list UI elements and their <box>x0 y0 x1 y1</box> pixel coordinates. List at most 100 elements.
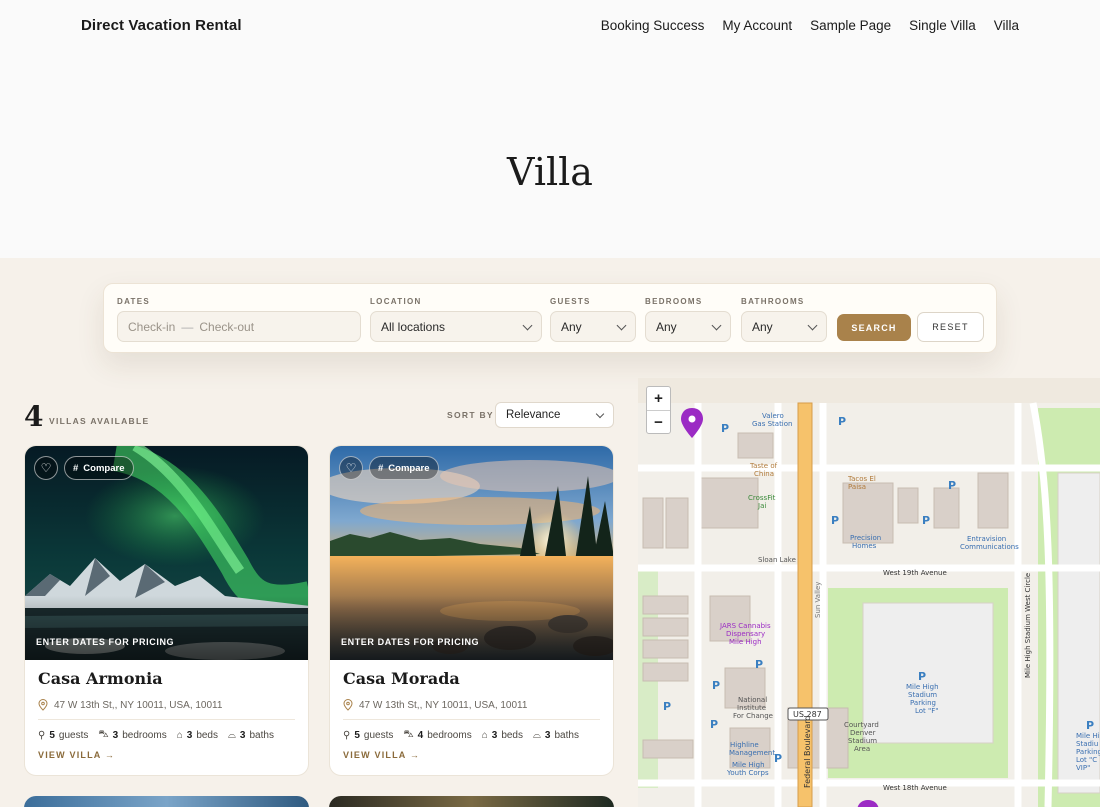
arrow-right-icon: → <box>409 750 421 760</box>
compare-button[interactable]: # Compare <box>64 456 135 480</box>
page-title: Villa <box>507 150 593 194</box>
svg-text:P: P <box>918 670 926 683</box>
svg-text:Parking: Parking <box>910 699 936 707</box>
svg-text:Mile High Stadium West Circle: Mile High Stadium West Circle <box>1024 573 1032 678</box>
svg-text:Management: Management <box>729 749 775 757</box>
svg-text:P: P <box>948 479 956 492</box>
svg-text:Federal Boulevard: Federal Boulevard <box>803 715 812 788</box>
villa-photo-lake-sunset[interactable] <box>330 446 613 660</box>
svg-text:China: China <box>754 470 774 478</box>
location-label: LOCATION <box>370 297 422 306</box>
svg-text:Mile High: Mile High <box>906 683 939 691</box>
svg-text:For Change: For Change <box>733 712 773 720</box>
zoom-out-button[interactable]: − <box>647 410 670 433</box>
svg-text:Paisa: Paisa <box>848 483 866 491</box>
sort-label: SORT BY <box>447 410 494 420</box>
sort-select[interactable]: Relevance <box>495 402 614 428</box>
svg-text:Highline: Highline <box>730 741 759 749</box>
svg-text:P: P <box>710 718 718 731</box>
map-zoom-control: + − <box>646 386 671 434</box>
nav-single-villa[interactable]: Single Villa <box>909 18 976 33</box>
svg-text:Dispensary: Dispensary <box>726 630 765 638</box>
svg-text:P: P <box>721 422 729 435</box>
villa-card[interactable]: ♡ # Compare ENTER DATES FOR PRICING Casa… <box>329 445 614 776</box>
site-brand[interactable]: Direct Vacation Rental <box>81 17 242 34</box>
hash-icon: # <box>73 462 79 474</box>
bedrooms-select[interactable]: Any <box>645 311 731 342</box>
svg-text:Stadium: Stadium <box>848 737 877 745</box>
view-villa-link[interactable]: VIEW VILLA → <box>343 750 420 760</box>
person-icon: ⚲ <box>38 730 46 741</box>
svg-text:Gas Station: Gas Station <box>752 420 792 428</box>
nav-sample-page[interactable]: Sample Page <box>810 18 891 33</box>
view-villa-link[interactable]: VIEW VILLA → <box>38 750 115 760</box>
svg-text:Parking: Parking <box>1076 748 1100 756</box>
search-button[interactable]: SEARCH <box>837 314 911 341</box>
villa-photo-aurora[interactable] <box>25 446 308 660</box>
guests-label: GUESTS <box>550 297 591 306</box>
villa-name[interactable]: Casa Armonia <box>38 669 163 688</box>
svg-text:Area: Area <box>854 745 870 753</box>
svg-text:National: National <box>738 696 767 704</box>
svg-text:P: P <box>1086 719 1094 732</box>
svg-text:VIP": VIP" <box>1076 764 1090 772</box>
villa-stats: ⚲ 5 guests ⛍ 3 bedrooms ⌂ 3 beds ⌓ 3 baths <box>38 729 274 742</box>
location-select[interactable]: All locations <box>370 311 542 342</box>
hash-icon: # <box>378 462 384 474</box>
villa-name[interactable]: Casa Morada <box>343 669 460 688</box>
svg-text:Homes: Homes <box>852 542 877 550</box>
bathrooms-select[interactable]: Any <box>741 311 827 342</box>
car-icon: ⛍ <box>98 729 109 740</box>
favorite-heart-icon[interactable]: ♡ <box>34 456 58 480</box>
villa-card[interactable]: ♡ # Compare ENTER DATES FOR PRICING Casa… <box>24 445 309 776</box>
checkin-placeholder: Check-in <box>128 319 176 334</box>
svg-text:Institute: Institute <box>737 704 766 712</box>
bedrooms-stat: ⛍ 3 bedrooms <box>98 729 167 741</box>
svg-text:Mile High: Mile High <box>729 638 762 646</box>
car-icon: ⛍ <box>403 729 414 740</box>
dates-label: DATES <box>117 297 151 306</box>
address-text: 47 W 13th St,, NY 10011, USA, 10011 <box>54 699 223 711</box>
beds-stat: ⌂ 3 beds <box>176 730 218 741</box>
guests-stat: ⚲ 5 guests <box>343 730 394 741</box>
baths-stat: ⌓ 3 baths <box>533 730 579 741</box>
person-icon: ⚲ <box>343 730 351 741</box>
svg-text:Precision: Precision <box>850 534 881 542</box>
svg-text:Taste of: Taste of <box>749 462 778 470</box>
bed-icon: ⌂ <box>481 730 488 741</box>
guests-value: Any <box>561 319 582 334</box>
svg-text:Mile High: Mile High <box>732 761 765 769</box>
reset-button[interactable]: RESET <box>917 312 984 342</box>
nav-villa[interactable]: Villa <box>994 18 1019 33</box>
sort-value: Relevance <box>506 409 561 421</box>
svg-text:Entravision: Entravision <box>967 535 1006 543</box>
svg-text:P: P <box>663 700 671 713</box>
svg-text:Youth Corps: Youth Corps <box>726 769 769 777</box>
favorite-heart-icon[interactable]: ♡ <box>339 456 363 480</box>
dates-separator: — <box>181 319 194 334</box>
nav-booking-success[interactable]: Booking Success <box>601 18 705 33</box>
svg-text:Sun Valley: Sun Valley <box>814 582 822 618</box>
bathrooms-value: Any <box>752 319 773 334</box>
zoom-in-button[interactable]: + <box>647 387 670 410</box>
bath-icon: ⌓ <box>228 730 236 741</box>
svg-text:JARS Cannabis: JARS Cannabis <box>719 622 771 630</box>
villa-card-next[interactable] <box>329 796 614 807</box>
villa-address: 47 W 13th St,, NY 10011, USA, 10011 <box>343 699 527 711</box>
map-panel[interactable]: Valero Gas Station Taste of China CrossF… <box>638 378 1100 807</box>
bedrooms-stat: ⛍ 4 bedrooms <box>403 729 472 741</box>
compare-button[interactable]: # Compare <box>369 456 440 480</box>
compare-label: Compare <box>388 462 430 474</box>
site-header: Direct Vacation Rental Booking Success M… <box>0 0 1100 258</box>
svg-text:P: P <box>922 514 930 527</box>
nav-my-account[interactable]: My Account <box>722 18 792 33</box>
checkout-placeholder: Check-out <box>199 319 255 334</box>
guests-select[interactable]: Any <box>550 311 636 342</box>
chevron-down-icon <box>711 320 722 331</box>
dates-field[interactable]: Check-in — Check-out <box>117 311 361 342</box>
guests-stat: ⚲ 5 guests <box>38 730 89 741</box>
bedrooms-value: Any <box>656 319 677 334</box>
villa-card-next[interactable] <box>24 796 309 807</box>
search-bar: DATES Check-in — Check-out LOCATION All … <box>103 283 997 353</box>
chevron-down-icon <box>522 320 533 331</box>
